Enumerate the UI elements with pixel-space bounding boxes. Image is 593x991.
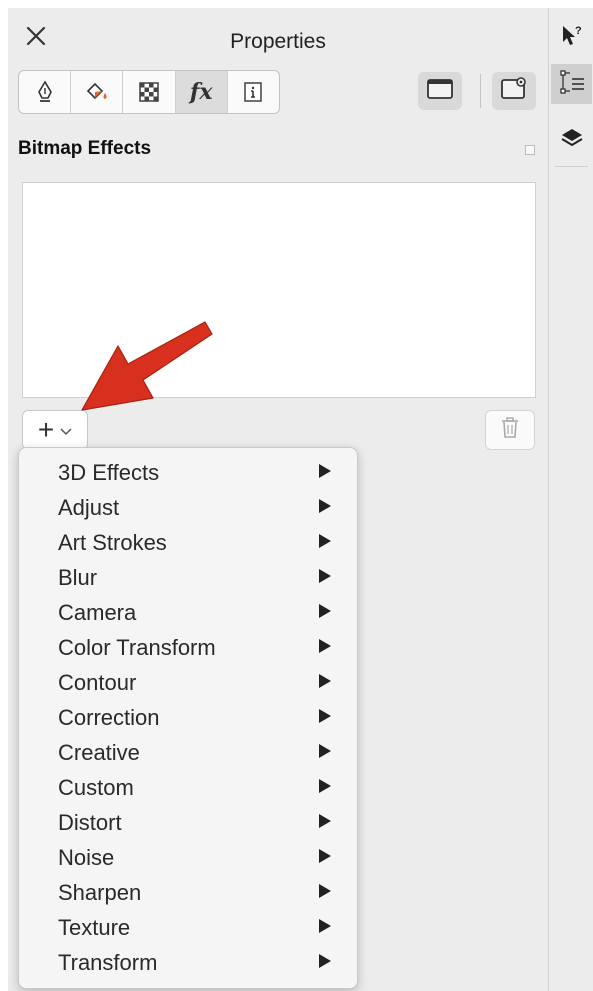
submenu-arrow-icon — [319, 849, 331, 863]
submenu-arrow-icon — [319, 709, 331, 723]
submenu-arrow-icon — [319, 744, 331, 758]
menu-item-custom[interactable]: Custom — [19, 769, 357, 804]
submenu-arrow-icon — [319, 534, 331, 548]
menu-item-texture[interactable]: Texture — [19, 909, 357, 944]
properties-tab-bar: fx — [18, 70, 280, 114]
paint-bucket-icon — [85, 81, 109, 103]
chevron-down-icon — [60, 425, 72, 439]
section-title-bitmap-effects: Bitmap Effects — [18, 138, 152, 159]
properties-panel: Properties fx Bitmap Effects + 3D Effect… — [8, 8, 548, 991]
pen-nib-icon — [35, 80, 55, 104]
menu-item-contour[interactable]: Contour — [19, 664, 357, 699]
docker-tab-strip: ? — [548, 8, 593, 991]
menu-item-label: Creative — [58, 740, 140, 765]
menu-item-art-strokes[interactable]: Art Strokes — [19, 524, 357, 559]
docked-view-button[interactable] — [418, 72, 462, 110]
submenu-arrow-icon — [319, 674, 331, 688]
menu-item-3d-effects[interactable]: 3D Effects — [19, 454, 357, 489]
menu-item-label: Custom — [58, 775, 134, 800]
menu-item-label: 3D Effects — [58, 460, 160, 485]
tab-transparency[interactable] — [123, 71, 176, 113]
menu-item-blur[interactable]: Blur — [19, 559, 357, 594]
menu-item-label: Texture — [58, 915, 131, 940]
panel-title: Properties — [230, 30, 326, 53]
submenu-arrow-icon — [319, 464, 331, 478]
menu-item-sharpen[interactable]: Sharpen — [19, 874, 357, 909]
menu-item-creative[interactable]: Creative — [19, 734, 357, 769]
add-effect-menu: 3D Effects Adjust Art Strokes Blur Camer… — [18, 447, 358, 989]
layers-button[interactable] — [551, 120, 592, 160]
pointer-help-icon: ? — [559, 23, 585, 54]
menu-item-label: Sharpen — [58, 880, 142, 905]
submenu-arrow-icon — [319, 779, 331, 793]
menu-item-camera[interactable]: Camera — [19, 594, 357, 629]
hints-button[interactable]: ? — [551, 18, 592, 58]
delete-effect-button[interactable] — [485, 410, 535, 450]
menu-item-label: Noise — [58, 845, 115, 870]
menu-item-label: Correction — [58, 705, 160, 730]
submenu-arrow-icon — [319, 604, 331, 618]
submenu-arrow-icon — [319, 639, 331, 653]
bitmap-effects-list[interactable] — [22, 182, 536, 398]
menu-item-distort[interactable]: Distort — [19, 804, 357, 839]
menu-item-transform[interactable]: Transform — [19, 944, 357, 979]
tab-outline[interactable] — [19, 71, 72, 113]
menu-item-label: Camera — [58, 600, 137, 625]
toolbar-divider — [480, 74, 481, 108]
submenu-arrow-icon — [319, 499, 331, 513]
menu-item-noise[interactable]: Noise — [19, 839, 357, 874]
svg-text:?: ? — [575, 25, 582, 37]
panel-header: Properties — [8, 8, 548, 66]
add-effect-button[interactable]: + — [22, 410, 88, 450]
menu-item-label: Color Transform — [58, 635, 216, 660]
submenu-arrow-icon — [319, 814, 331, 828]
floating-view-button[interactable] — [492, 72, 536, 110]
tab-summary[interactable] — [228, 71, 279, 113]
checkerboard-icon — [139, 82, 159, 102]
menu-item-color-transform[interactable]: Color Transform — [19, 629, 357, 664]
submenu-arrow-icon — [319, 569, 331, 583]
window-frame-icon — [426, 77, 454, 106]
info-icon — [243, 81, 263, 103]
properties-list-icon — [558, 68, 586, 101]
submenu-arrow-icon — [319, 919, 331, 933]
trash-icon — [500, 416, 520, 444]
tab-effects[interactable]: fx — [175, 71, 228, 113]
menu-item-label: Transform — [58, 950, 158, 975]
layers-icon — [559, 125, 585, 156]
menu-item-label: Adjust — [58, 495, 120, 520]
menu-item-label: Distort — [58, 810, 122, 835]
submenu-arrow-icon — [319, 954, 331, 968]
menu-item-correction[interactable]: Correction — [19, 699, 357, 734]
object-properties-button[interactable] — [551, 64, 592, 104]
plus-icon: + — [37, 414, 55, 445]
tab-fill[interactable] — [71, 71, 124, 113]
submenu-arrow-icon — [319, 884, 331, 898]
menu-item-label: Blur — [58, 565, 98, 590]
menu-item-label: Art Strokes — [58, 530, 167, 555]
menu-item-adjust[interactable]: Adjust — [19, 489, 357, 524]
menu-item-label: Contour — [58, 670, 137, 695]
fx-icon: fx — [189, 79, 213, 105]
window-eye-icon — [500, 76, 528, 107]
section-toggle-checkbox[interactable] — [525, 145, 535, 155]
docker-separator — [555, 166, 588, 167]
